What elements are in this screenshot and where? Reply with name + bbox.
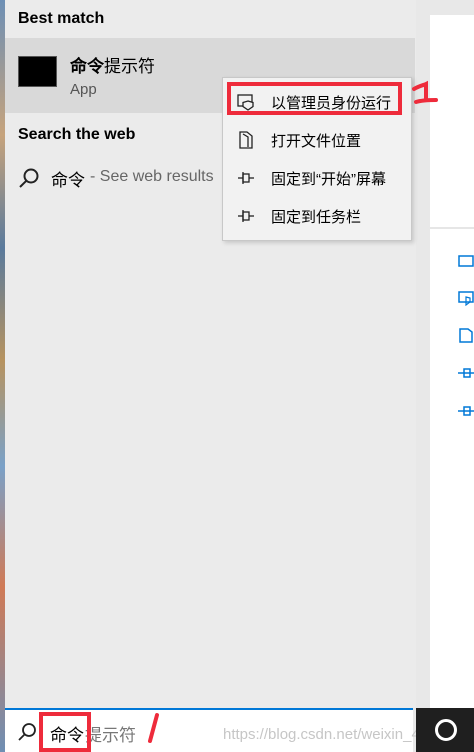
run-as-admin-highlight: [227, 82, 402, 115]
pin-icon[interactable]: [458, 365, 474, 381]
pin-icon: [238, 210, 254, 222]
step-annotation-stroke: [148, 713, 159, 743]
app-type-label: App: [70, 81, 97, 98]
search-web-heading: Search the web: [18, 126, 136, 143]
shield-icon[interactable]: [458, 290, 474, 306]
context-item-label: 固定到任务栏: [271, 209, 362, 226]
web-results-hint: - See web results: [90, 168, 214, 185]
file-location-icon: [239, 131, 253, 149]
typed-text-highlight: [39, 712, 91, 752]
pin-icon[interactable]: [458, 403, 474, 419]
context-item-label: 固定到“开始”屏幕: [271, 171, 386, 188]
context-item-label: 打开文件位置: [271, 133, 362, 150]
web-query: 命令: [51, 171, 85, 190]
context-item-pin-to-start[interactable]: 固定到“开始”屏幕: [223, 159, 411, 197]
context-item-pin-to-taskbar[interactable]: 固定到任务栏: [223, 197, 411, 235]
file-location-icon[interactable]: [458, 327, 474, 343]
search-icon: [19, 168, 39, 188]
right-panel-divider: [430, 227, 474, 229]
search-suggestion-text: 提示符: [85, 726, 136, 745]
context-item-open-file-location[interactable]: 打开文件位置: [223, 121, 411, 159]
app-title: 命令提示符: [70, 57, 155, 76]
search-icon: [18, 723, 36, 741]
cortana-button[interactable]: [416, 708, 474, 752]
cortana-icon: [435, 719, 457, 741]
right-detail-panel: [430, 15, 474, 708]
step-1-annotation: [412, 80, 438, 104]
command-prompt-icon: [18, 56, 57, 87]
pin-icon: [238, 172, 254, 184]
best-match-heading: Best match: [18, 10, 105, 27]
open-icon[interactable]: [458, 253, 474, 269]
